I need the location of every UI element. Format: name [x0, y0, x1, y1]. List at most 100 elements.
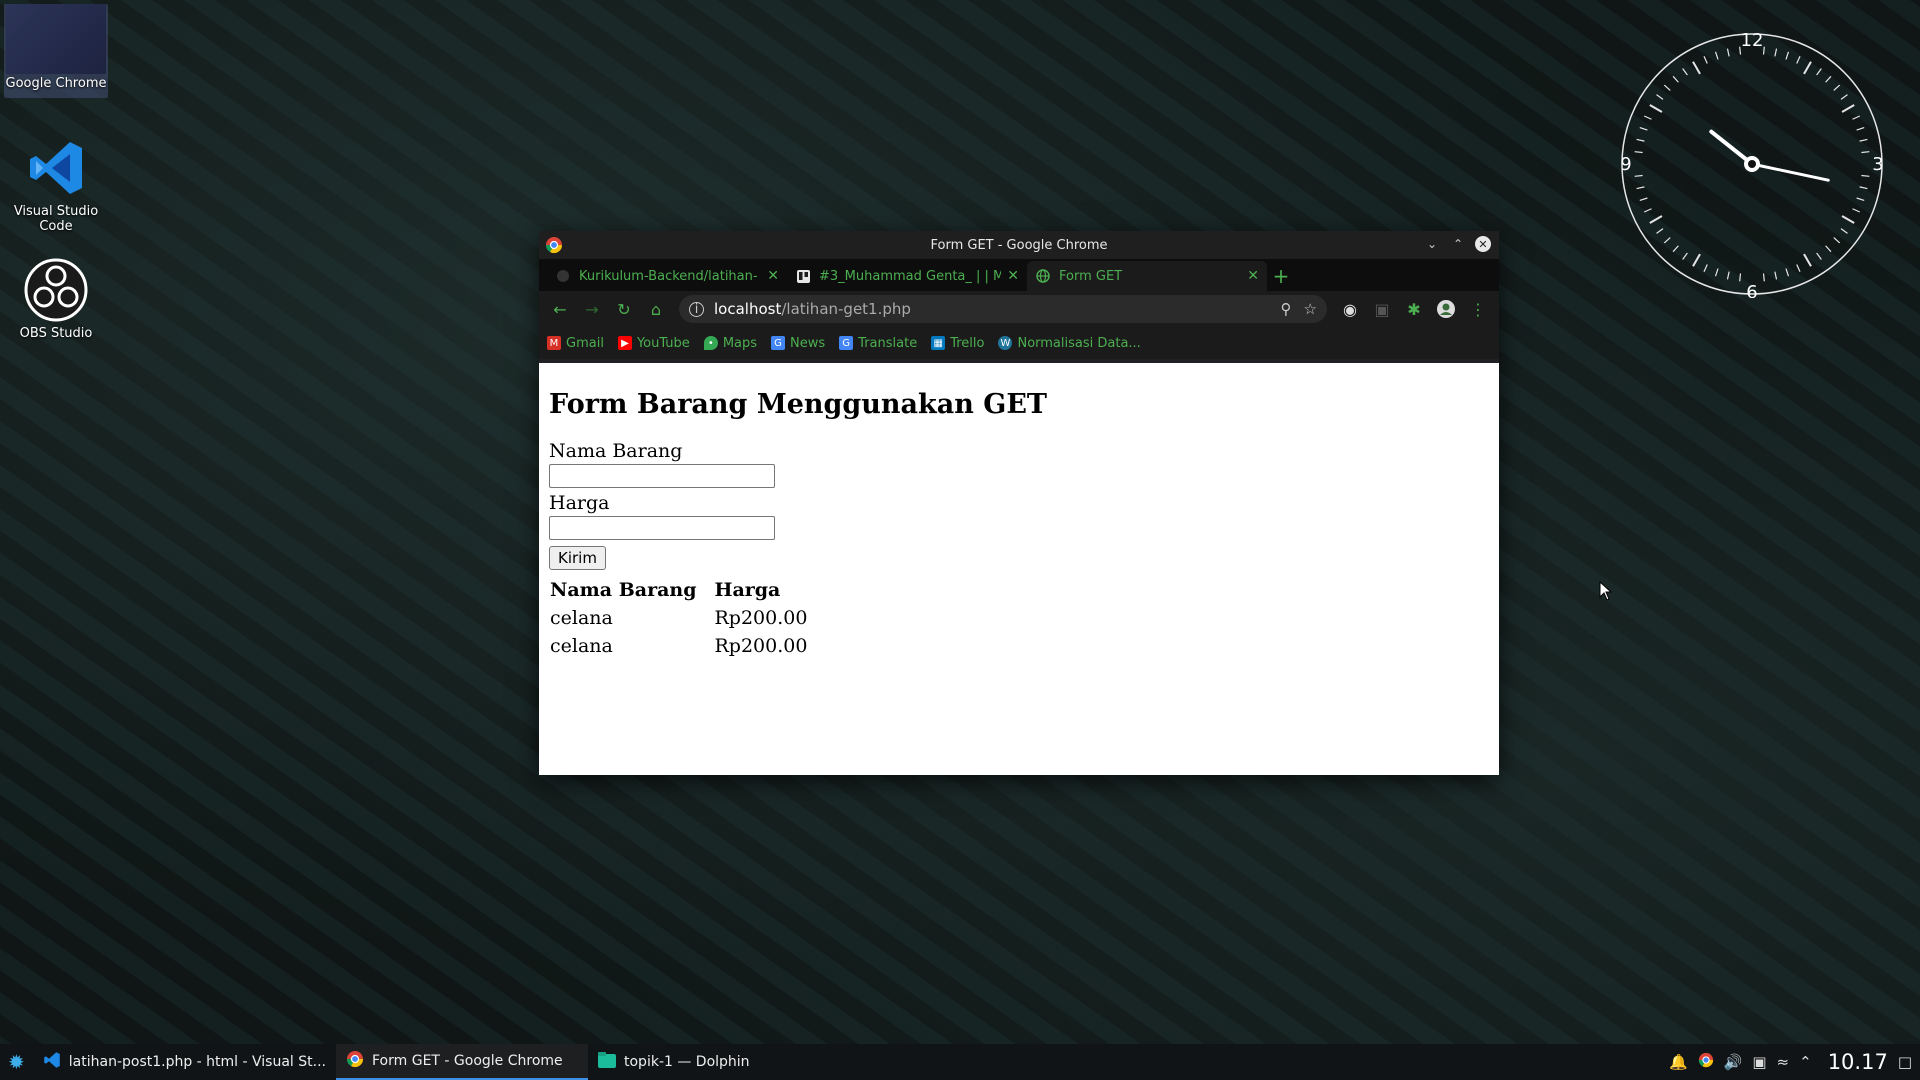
clock-tick [1762, 46, 1765, 55]
bookmark-gmail[interactable]: M Gmail [547, 336, 604, 351]
clock-numeral-3: 3 [1872, 154, 1883, 175]
window-titlebar[interactable]: Form GET - Google Chrome ⌄ ⌃ ✕ [539, 231, 1499, 259]
clock-tick [1785, 51, 1790, 60]
clock-numeral-12: 12 [1741, 30, 1764, 51]
bookmark-trello[interactable]: ▦ Trello [931, 336, 984, 351]
forward-arrow-icon[interactable]: → [579, 296, 605, 322]
bookmark-translate[interactable]: G Translate [839, 336, 917, 351]
desktop-icon-chrome[interactable]: Google Chrome [4, 4, 108, 98]
clock-tick [1816, 68, 1822, 76]
clock-tick [1796, 264, 1801, 273]
extension-translate-icon[interactable]: ▣ [1369, 296, 1395, 322]
translate-icon: G [839, 336, 854, 350]
url-path: /latihan-get1.php [781, 300, 911, 318]
clock-tick [1726, 271, 1730, 280]
clock-tick [1639, 126, 1648, 131]
show-desktop-icon[interactable]: □ [1898, 1053, 1912, 1071]
clock-tick [1825, 245, 1832, 253]
clock-tick [1859, 138, 1868, 142]
clock-minute-hand [1750, 162, 1830, 182]
clock-tick [1682, 252, 1688, 260]
clock-tick [1634, 151, 1643, 154]
address-bar[interactable]: i localhost/latihan-get1.php ⚲ ☆ [679, 295, 1327, 323]
desktop-icon-obs[interactable]: OBS Studio [4, 258, 108, 341]
clock-tick [1636, 186, 1645, 190]
task-label: Form GET - Google Chrome [372, 1053, 563, 1069]
chrome-tray-icon[interactable] [1698, 1052, 1714, 1072]
clock-tick [1825, 75, 1832, 83]
bookmark-news[interactable]: G News [771, 336, 825, 351]
mouse-cursor-icon [1599, 581, 1613, 601]
github-icon [555, 268, 571, 284]
clock-tick [1785, 268, 1790, 277]
close-tab-icon[interactable]: ✕ [1007, 268, 1019, 284]
bookmark-star-icon[interactable]: ☆ [1304, 300, 1317, 318]
maximize-chevron-up-icon[interactable]: ⌃ [1449, 235, 1467, 253]
network-wifi-icon[interactable]: ≈ [1777, 1053, 1790, 1071]
task-dolphin[interactable]: topik-1 — Dolphin [588, 1044, 840, 1080]
desktop-icon-vscode[interactable]: Visual Studio Code [4, 136, 108, 234]
home-icon[interactable]: ⌂ [643, 296, 669, 322]
bookmark-youtube[interactable]: ▶ YouTube [617, 336, 690, 351]
bookmark-maps[interactable]: • Maps [703, 336, 757, 351]
display-icon[interactable]: ▣ [1752, 1053, 1766, 1071]
back-arrow-icon[interactable]: ← [547, 296, 573, 322]
clock-tick [1714, 268, 1719, 277]
profile-avatar-icon[interactable] [1433, 296, 1459, 322]
volume-icon[interactable]: 🔊 [1724, 1053, 1743, 1071]
taskbar-clock[interactable]: 10.17 [1828, 1050, 1888, 1074]
notifications-muted-icon[interactable]: 🔔 [1669, 1053, 1688, 1071]
vscode-icon [43, 1051, 61, 1073]
clock-tick [1852, 115, 1861, 120]
chevron-down-icon[interactable]: ⌄ [1423, 235, 1441, 253]
clock-tick [1816, 252, 1822, 260]
clock-tick [1703, 55, 1708, 64]
close-window-button[interactable]: ✕ [1475, 236, 1491, 252]
close-tab-icon[interactable]: ✕ [1247, 268, 1259, 284]
clock-tick [1856, 197, 1865, 202]
zoom-icon[interactable]: ⚲ [1281, 300, 1292, 318]
info-icon[interactable]: i [689, 301, 704, 317]
clock-tick [1840, 228, 1848, 234]
task-vscode[interactable]: latihan-post1.php - html - Visual St... [33, 1044, 336, 1080]
tab-label: #3_Muhammad Genta_ | | M [819, 268, 1002, 284]
tab-form-get[interactable]: Form GET ✕ [1027, 261, 1267, 291]
task-chrome[interactable]: Form GET - Google Chrome [336, 1044, 588, 1080]
tab-muhammad-genta[interactable]: #3_Muhammad Genta_ | | M ✕ [787, 261, 1027, 291]
clock-tick [1643, 115, 1652, 120]
cell-nama: celana [550, 607, 613, 629]
obs-icon [24, 258, 88, 322]
harga-input[interactable] [549, 516, 775, 540]
nama-barang-input[interactable] [549, 464, 775, 488]
launcher-gear-icon: ✹ [8, 1050, 25, 1074]
table-row: celana Rp200.00 [549, 606, 821, 630]
new-tab-button[interactable]: + [1267, 261, 1295, 291]
clock-tick [1634, 174, 1643, 177]
browser-window: Form GET - Google Chrome ⌄ ⌃ ✕ Kurikulum… [539, 231, 1499, 775]
clock-tick [1774, 271, 1778, 280]
clock-tick [1672, 75, 1679, 83]
window-title: Form GET - Google Chrome [930, 237, 1108, 253]
extensions-puzzle-icon[interactable]: ✱ [1401, 296, 1427, 322]
kirim-button[interactable]: Kirim [549, 546, 606, 570]
maps-pin-icon: • [703, 336, 718, 350]
tab-label: Form GET [1059, 268, 1123, 284]
column-header-nama: Nama Barang [550, 579, 697, 601]
clock-tick [1656, 228, 1664, 234]
clock-tick [1762, 273, 1765, 282]
application-launcher[interactable]: ✹ [0, 1044, 33, 1080]
kebab-menu-icon[interactable]: ⋮ [1465, 296, 1491, 322]
expand-tray-chevron-icon[interactable]: ⌃ [1799, 1053, 1812, 1071]
close-tab-icon[interactable]: ✕ [767, 268, 779, 284]
clock-tick [1703, 264, 1708, 273]
desktop: Google Chrome Visual Studio Code OBS Stu… [0, 0, 1920, 1080]
tab-kurikulum[interactable]: Kurikulum-Backend/latihan- ✕ [547, 261, 787, 291]
reload-icon[interactable]: ↻ [611, 296, 637, 322]
cell-harga: Rp200.00 [714, 635, 808, 657]
extension-globe-icon[interactable]: ◉ [1337, 296, 1363, 322]
bookmark-normalisasi[interactable]: W Normalisasi Data... [998, 336, 1141, 351]
clock-tick [1656, 94, 1664, 100]
cell-nama: celana [550, 635, 613, 657]
clock-tick [1663, 237, 1671, 244]
system-tray: 🔔 🔊 ▣ ≈ ⌃ 10.17 □ [1669, 1050, 1920, 1074]
